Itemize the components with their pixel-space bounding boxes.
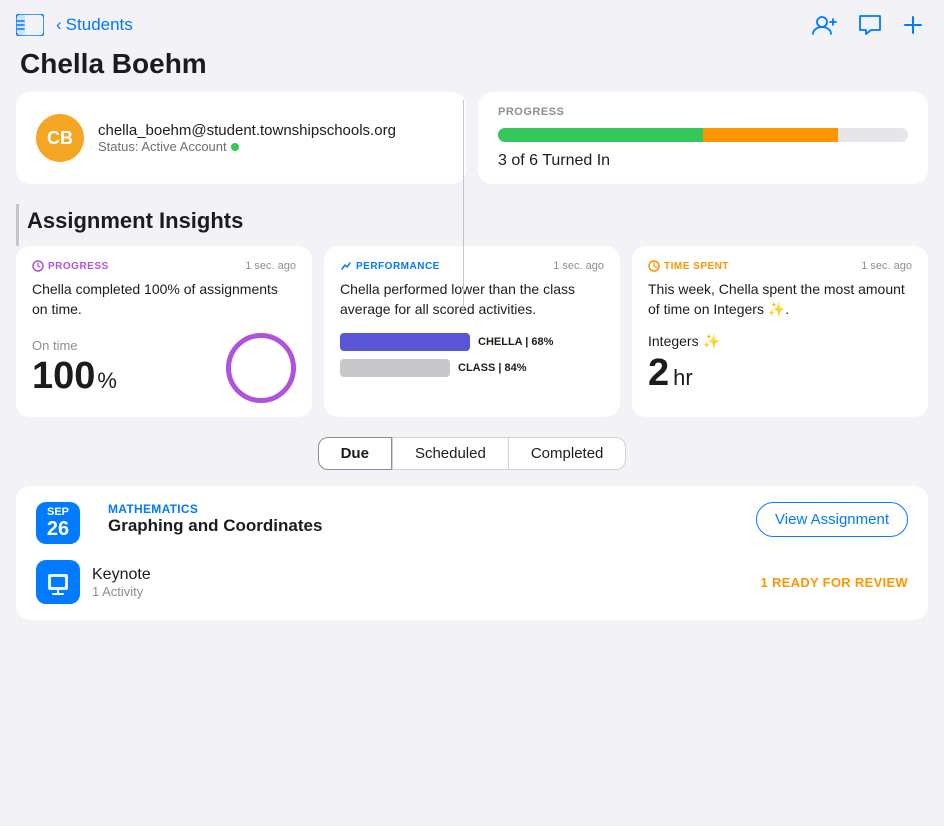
insight-desc-performance: Chella performed lower than the class av… [340, 280, 604, 319]
main-container: ‹ Students [0, 0, 944, 826]
filter-tab-due[interactable]: Due [318, 437, 392, 470]
top-cards: CB chella_boehm@student.townshipschools.… [16, 92, 928, 184]
insight-badge-timespent: TIME SPENT [648, 260, 729, 272]
insight-card-header-progress: PROGRESS 1 sec. ago [32, 260, 296, 272]
badge-timespent-label: TIME SPENT [664, 261, 729, 272]
student-header: Chella Boehm [0, 44, 944, 92]
insight-time-performance: 1 sec. ago [553, 260, 604, 272]
progress-bar-green [498, 128, 703, 142]
insight-time-timespent: 1 sec. ago [861, 260, 912, 272]
activity-name: Keynote [92, 566, 151, 584]
activity-sub: 1 Activity [92, 584, 151, 599]
assignment-date-box: SEP 26 [36, 502, 80, 544]
activity-row: Keynote 1 Activity 1 READY FOR REVIEW [36, 558, 908, 604]
assignment-subject: MATHEMATICS [108, 502, 756, 516]
progress-bar-orange [703, 128, 838, 142]
filter-tab-scheduled[interactable]: Scheduled [392, 437, 509, 470]
profile-card: CB chella_boehm@student.townshipschools.… [16, 92, 466, 184]
activity-info: Keynote 1 Activity [92, 566, 151, 599]
perf-bar-class-label: CLASS | 84% [458, 362, 527, 374]
circle-progress-icon [226, 333, 296, 403]
top-bar: ‹ Students [0, 0, 944, 44]
add-button[interactable] [902, 14, 924, 36]
insight-card-timespent: TIME SPENT 1 sec. ago This week, Chella … [632, 246, 928, 417]
insight-card-header-performance: PERFORMANCE 1 sec. ago [340, 260, 604, 272]
person-add-button[interactable] [812, 14, 838, 36]
metric-unit-progress: % [97, 368, 117, 394]
vertical-divider [463, 100, 464, 310]
top-bar-right [812, 14, 924, 36]
filter-tabs: Due Scheduled Completed [16, 437, 928, 470]
insight-card-progress: PROGRESS 1 sec. ago Chella completed 100… [16, 246, 312, 417]
status-text: Status: Active Account [98, 139, 227, 154]
assignment-card: SEP 26 MATHEMATICS Graphing and Coordina… [16, 486, 928, 620]
date-day: 26 [47, 518, 69, 540]
back-chevron-icon: ‹ [56, 15, 62, 35]
perf-bar-class-row: CLASS | 84% [340, 359, 604, 377]
badge-performance-label: PERFORMANCE [356, 261, 440, 272]
insight-desc-timespent: This week, Chella spent the most amount … [648, 280, 912, 319]
back-button[interactable]: ‹ Students [56, 15, 133, 35]
sidebar-toggle-button[interactable] [16, 14, 44, 36]
assignment-title-area: MATHEMATICS Graphing and Coordinates [94, 502, 756, 536]
keynote-icon [36, 560, 80, 604]
insight-badge-performance: PERFORMANCE [340, 260, 440, 272]
perf-bar-chella [340, 333, 470, 351]
status-dot-icon [231, 143, 239, 151]
profile-status: Status: Active Account [98, 139, 396, 154]
profile-email: chella_boehm@student.townshipschools.org [98, 122, 396, 139]
perf-bar-chella-row: CHELLA | 68% [340, 333, 604, 351]
back-label: Students [66, 15, 133, 35]
section-title: Assignment Insights [16, 204, 928, 246]
progress-label: PROGRESS [498, 106, 908, 118]
avatar: CB [36, 114, 84, 162]
metric-label-progress: On time [32, 338, 117, 353]
insight-time-progress: 1 sec. ago [245, 260, 296, 272]
assignment-title: Graphing and Coordinates [108, 516, 756, 536]
perf-bar-chella-label: CHELLA | 68% [478, 336, 553, 348]
progress-bar [498, 128, 908, 142]
metric-left: On time 100 % [32, 338, 117, 398]
filter-tab-completed[interactable]: Completed [509, 437, 627, 470]
progress-card: PROGRESS 3 of 6 Turned In [478, 92, 928, 184]
chat-button[interactable] [858, 14, 882, 36]
progress-text: 3 of 6 Turned In [498, 152, 908, 170]
perf-bar-class [340, 359, 450, 377]
profile-info: chella_boehm@student.townshipschools.org… [98, 122, 396, 154]
view-assignment-button[interactable]: View Assignment [756, 502, 908, 537]
insight-badge-progress: PROGRESS [32, 260, 109, 272]
metric-row-progress: On time 100 % [32, 333, 296, 403]
student-name: Chella Boehm [20, 48, 924, 80]
time-value: 2 hr [648, 352, 912, 395]
activity-left: Keynote 1 Activity [36, 560, 151, 604]
metric-value-progress: 100 % [32, 355, 117, 398]
assignment-header: SEP 26 MATHEMATICS Graphing and Coordina… [36, 502, 908, 544]
insight-card-header-timespent: TIME SPENT 1 sec. ago [648, 260, 912, 272]
insight-cards: PROGRESS 1 sec. ago Chella completed 100… [16, 246, 928, 417]
perf-bars: CHELLA | 68% CLASS | 84% [340, 333, 604, 377]
time-topic: Integers ✨ [648, 333, 912, 350]
content-area: CB chella_boehm@student.townshipschools.… [0, 92, 944, 620]
activity-badge: 1 READY FOR REVIEW [761, 575, 908, 590]
time-unit: hr [673, 365, 693, 391]
badge-progress-label: PROGRESS [48, 261, 109, 272]
date-month: SEP [47, 506, 69, 518]
insight-card-performance: PERFORMANCE 1 sec. ago Chella performed … [324, 246, 620, 417]
insight-desc-progress: Chella completed 100% of assignments on … [32, 280, 296, 319]
top-bar-left: ‹ Students [16, 14, 133, 36]
